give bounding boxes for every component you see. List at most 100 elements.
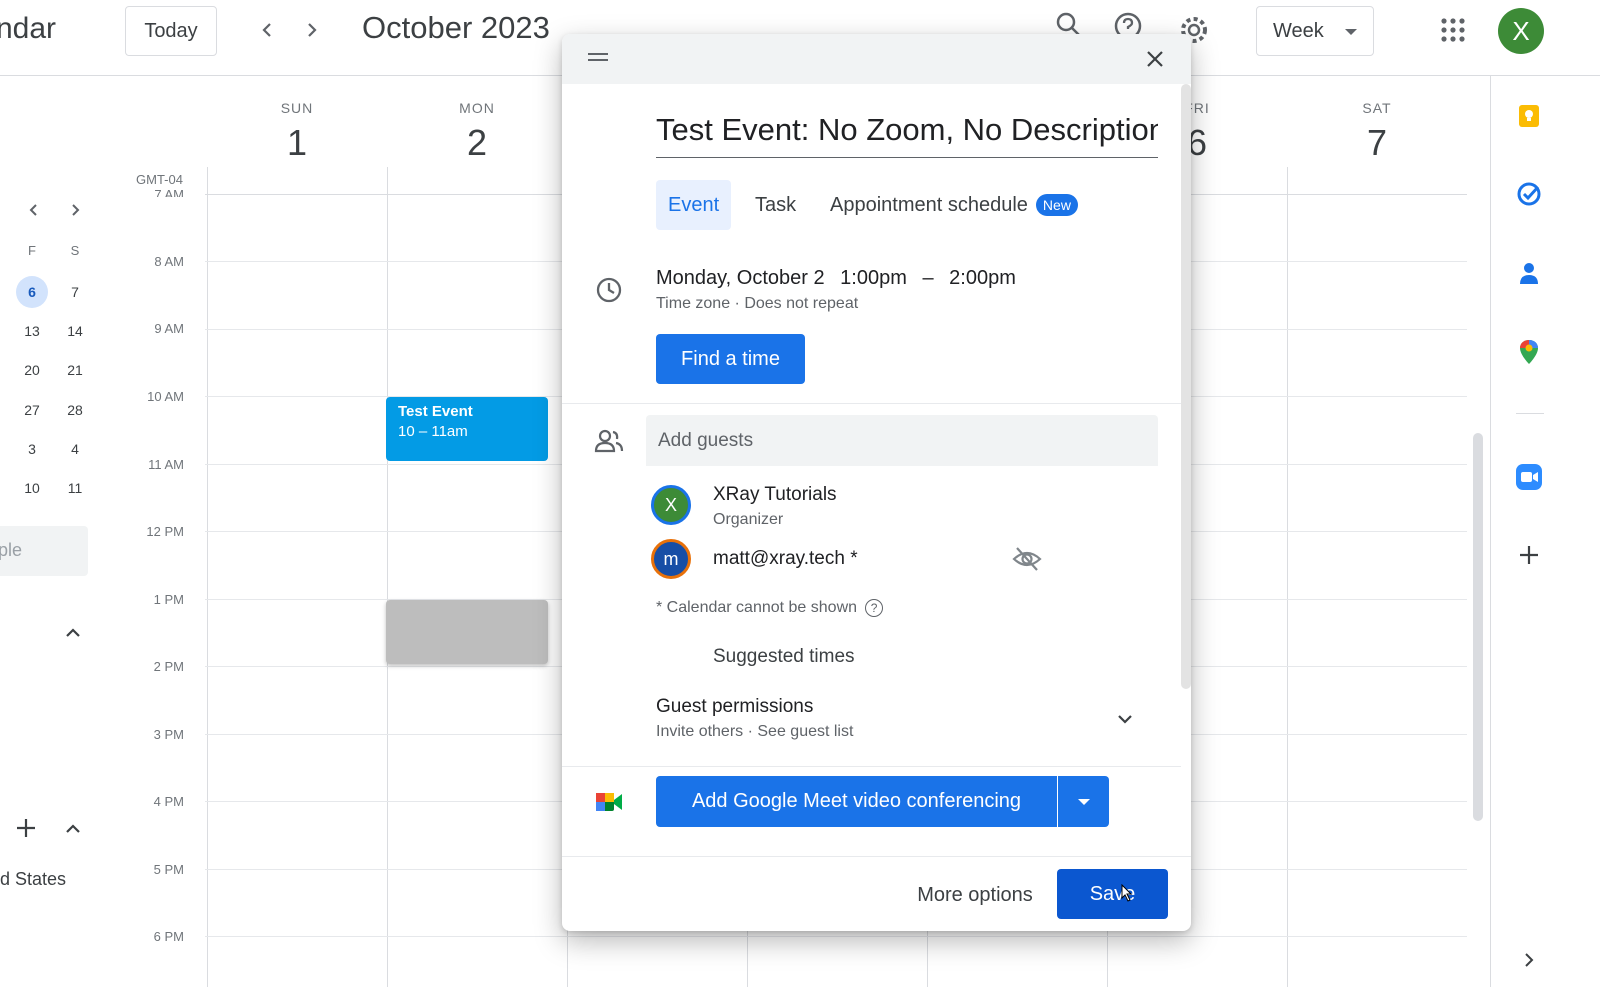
add-google-meet-button[interactable]: Add Google Meet video conferencing — [656, 776, 1057, 827]
apps-button[interactable] — [1433, 10, 1473, 50]
column-divider — [387, 167, 388, 987]
chevron-left-icon — [29, 204, 37, 216]
mini-next-month[interactable] — [62, 197, 88, 223]
day-header-sun[interactable]: SUN 1 — [207, 100, 387, 164]
drag-handle-icon[interactable] — [588, 53, 608, 63]
expand-permissions-button[interactable] — [1110, 704, 1140, 734]
app-title: ndar — [0, 12, 57, 45]
expand-rail-button[interactable] — [1513, 944, 1545, 976]
chevron-right-icon — [72, 204, 80, 216]
event-title-input[interactable]: Test Event: No Zoom, No Description — [656, 112, 1158, 158]
add-guests-input[interactable]: Add guests — [646, 415, 1158, 466]
keep-button[interactable] — [1513, 100, 1545, 132]
event-date[interactable]: Monday, October 2 — [656, 267, 825, 289]
event-start-time[interactable]: 1:00pm — [840, 267, 907, 289]
hour-label: 9 AM — [154, 321, 184, 336]
calendar-event[interactable]: Test Event 10 – 11am — [386, 397, 548, 461]
chevron-down-icon — [1118, 715, 1132, 724]
draft-event-placeholder[interactable] — [386, 600, 548, 664]
day-number: 2 — [466, 122, 488, 163]
more-options-button[interactable]: More options — [900, 870, 1050, 920]
mini-day[interactable]: 20 — [16, 354, 48, 386]
column-divider — [1287, 167, 1288, 987]
note-text: * Calendar cannot be shown — [656, 599, 858, 616]
plus-icon — [17, 819, 35, 837]
prev-week-button[interactable] — [247, 10, 287, 50]
guest-name[interactable]: XRay Tutorials — [713, 484, 837, 506]
mini-day[interactable]: 10 — [16, 472, 48, 504]
hour-label: 6 PM — [153, 929, 184, 944]
collapse-section-button[interactable] — [58, 618, 88, 648]
guest-avatar: X — [651, 485, 691, 525]
hour-label: 4 PM — [153, 794, 184, 809]
zoom-addon-button[interactable] — [1513, 461, 1545, 493]
holiday-calendar-label[interactable]: d States — [0, 869, 66, 890]
mini-day[interactable]: 3 — [16, 433, 48, 465]
column-divider — [207, 167, 208, 987]
hour-label: 8 AM — [154, 254, 184, 269]
guest-role: Organizer — [713, 511, 784, 528]
help-icon[interactable]: ? — [865, 599, 884, 617]
mini-day[interactable]: 11 — [59, 472, 91, 504]
side-panel-rail — [1490, 76, 1600, 987]
plus-icon — [1520, 546, 1538, 564]
find-a-time-button[interactable]: Find a time — [656, 334, 805, 384]
guest-permissions-title[interactable]: Guest permissions — [656, 696, 813, 718]
account-avatar[interactable]: X — [1498, 8, 1544, 54]
rail-divider — [1516, 413, 1544, 414]
time-separator: – — [922, 267, 934, 289]
tab-label: Appointment schedule — [830, 193, 1028, 216]
chevron-right-icon — [308, 23, 317, 37]
dialog-scrollbar[interactable] — [1181, 84, 1191, 689]
mini-prev-month[interactable] — [21, 197, 47, 223]
event-datetime[interactable]: Monday, October 2 1:00pm – 2:00pm — [656, 267, 1026, 290]
conferencing-options-dropdown[interactable] — [1058, 776, 1109, 827]
hour-line — [205, 936, 1467, 937]
add-calendar-button[interactable] — [11, 813, 41, 843]
mini-day[interactable]: 7 — [59, 276, 91, 308]
mini-day[interactable]: 27 — [16, 394, 48, 426]
mini-day[interactable]: 6 — [16, 276, 48, 308]
maps-button[interactable] — [1513, 336, 1545, 368]
event-title: Test Event — [398, 403, 473, 420]
chevron-right-icon — [1525, 953, 1534, 967]
next-week-button[interactable] — [292, 10, 332, 50]
get-addons-button[interactable] — [1513, 539, 1545, 571]
suggested-times-button[interactable]: Suggested times — [713, 646, 855, 668]
day-header-mon[interactable]: MON 2 — [387, 100, 567, 164]
mini-day[interactable]: 21 — [59, 354, 91, 386]
grid-scrollbar[interactable] — [1473, 433, 1483, 821]
tasks-icon — [1517, 182, 1541, 206]
search-people-input[interactable]: ple — [0, 526, 88, 576]
event-end-time[interactable]: 2:00pm — [949, 267, 1016, 289]
mini-day[interactable]: 4 — [59, 433, 91, 465]
close-dialog-button[interactable] — [1140, 44, 1170, 74]
mouse-cursor-icon — [1121, 884, 1133, 902]
guest-name[interactable]: matt@xray.tech * — [713, 548, 858, 570]
hour-label: 2 PM — [153, 659, 184, 674]
hour-label: 10 AM — [147, 389, 184, 404]
chevron-up-icon — [66, 824, 80, 833]
dialog-drag-bar[interactable] — [562, 34, 1191, 84]
hour-label: 7 AM — [154, 187, 184, 197]
tab-task[interactable]: Task — [743, 180, 808, 230]
contacts-button[interactable] — [1513, 257, 1545, 289]
timezone-repeat-link[interactable]: Time zone · Does not repeat — [656, 295, 858, 313]
contacts-icon — [1520, 263, 1538, 284]
day-header-sat[interactable]: SAT 7 — [1287, 100, 1467, 164]
mini-day[interactable]: 28 — [59, 394, 91, 426]
tab-appointment-schedule[interactable]: Appointment schedule New — [818, 180, 1090, 230]
tab-event[interactable]: Event — [656, 180, 732, 230]
new-badge: New — [1035, 194, 1078, 216]
hour-label: 12 PM — [146, 524, 184, 539]
mini-day[interactable]: 14 — [59, 315, 91, 347]
save-button[interactable]: Save — [1057, 869, 1168, 919]
tasks-button[interactable] — [1513, 178, 1545, 210]
today-button[interactable]: Today — [125, 6, 217, 56]
mini-day[interactable]: 13 — [16, 315, 48, 347]
mini-weekday-header: S — [70, 243, 80, 258]
view-select[interactable]: Week — [1256, 6, 1374, 56]
zoom-video-icon — [1516, 464, 1542, 490]
collapse-other-calendars-button[interactable] — [58, 814, 88, 844]
mini-weekday-header: F — [28, 243, 36, 258]
